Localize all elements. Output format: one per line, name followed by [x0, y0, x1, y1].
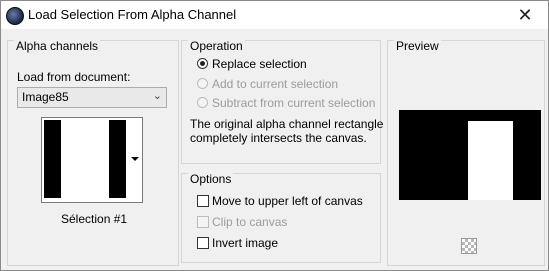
preview-canvas — [399, 110, 541, 200]
load-from-document-label: Load from document: — [17, 70, 131, 84]
preview-selection-area — [468, 121, 513, 200]
operation-title: Operation — [188, 39, 245, 53]
title-bar: Load Selection From Alpha Channel ✕ — [1, 1, 548, 29]
operation-info-line2: completely intersects the canvas. — [190, 131, 367, 145]
window-title: Load Selection From Alpha Channel — [28, 7, 237, 22]
replace-selection-label[interactable]: Replace selection — [212, 57, 307, 71]
add-selection-label[interactable]: Add to current selection — [212, 77, 338, 91]
alpha-channels-title: Alpha channels — [14, 39, 101, 53]
dropdown-arrow-icon — [131, 157, 139, 161]
invert-image-checkbox[interactable] — [197, 237, 209, 249]
clip-to-canvas-checkbox[interactable] — [197, 216, 209, 228]
radio-selected-dot — [200, 61, 205, 66]
thumbnail-dropdown-button[interactable] — [128, 120, 140, 198]
channel-thumbnail-white-area — [61, 120, 109, 198]
subtract-selection-radio[interactable] — [197, 97, 208, 108]
operation-info-line1: The original alpha channel rectangle — [190, 117, 384, 131]
move-upper-left-label[interactable]: Move to upper left of canvas — [212, 194, 363, 208]
close-icon[interactable]: ✕ — [502, 1, 548, 29]
options-title: Options — [188, 172, 234, 186]
document-select-value: Image85 — [22, 90, 69, 104]
preview-title: Preview — [394, 39, 441, 53]
document-select[interactable]: Image85 ⌄ — [17, 87, 167, 108]
transparent-background-icon[interactable] — [461, 238, 477, 254]
selection-name: Sélection #1 — [61, 212, 128, 226]
clip-to-canvas-label[interactable]: Clip to canvas — [212, 215, 287, 229]
channel-thumbnail-picker[interactable] — [41, 117, 143, 203]
move-upper-left-checkbox[interactable] — [197, 195, 209, 207]
replace-selection-radio[interactable] — [197, 58, 208, 69]
channel-thumbnail — [44, 120, 126, 198]
subtract-selection-label[interactable]: Subtract from current selection — [212, 96, 375, 110]
add-selection-radio[interactable] — [197, 78, 208, 89]
invert-image-label[interactable]: Invert image — [212, 236, 278, 250]
preview-group: Preview — [387, 39, 545, 266]
chevron-down-icon: ⌄ — [152, 90, 162, 102]
app-icon — [6, 7, 24, 25]
dialog-window: Load Selection From Alpha Channel ✕ Alph… — [0, 0, 549, 271]
